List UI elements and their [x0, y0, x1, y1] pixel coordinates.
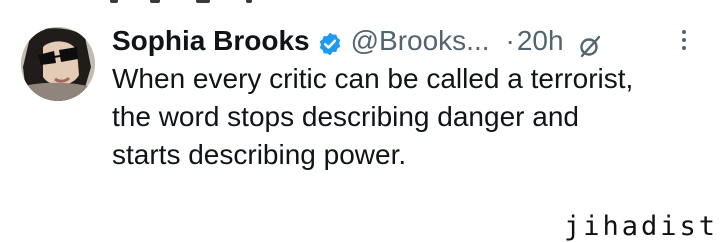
separator-dot: ·	[505, 25, 515, 56]
tweet-text: When every critic can be called a terror…	[112, 60, 712, 174]
verified-check-icon	[317, 29, 343, 56]
author-name[interactable]: Sophia Brooks	[112, 22, 310, 60]
avatar-photo	[21, 27, 95, 101]
cropped-tweet-above	[0, 0, 720, 6]
timestamp[interactable]: 20h	[517, 22, 564, 60]
watermark-caption: jihadist	[563, 211, 718, 242]
tweet-text-line: the word stops describing danger and	[112, 101, 579, 132]
grok-slash-icon[interactable]	[578, 30, 602, 58]
vertical-dots-icon	[682, 30, 686, 34]
tweet-text-line: When every critic can be called a terror…	[112, 63, 634, 94]
tweet-header: Sophia Brooks @Brooks... · 20h	[112, 22, 692, 60]
more-options-button[interactable]	[676, 30, 692, 56]
avatar[interactable]	[21, 27, 95, 101]
author-handle[interactable]: @Brooks...	[351, 22, 490, 60]
tweet-text-line: starts describing power.	[112, 139, 407, 170]
